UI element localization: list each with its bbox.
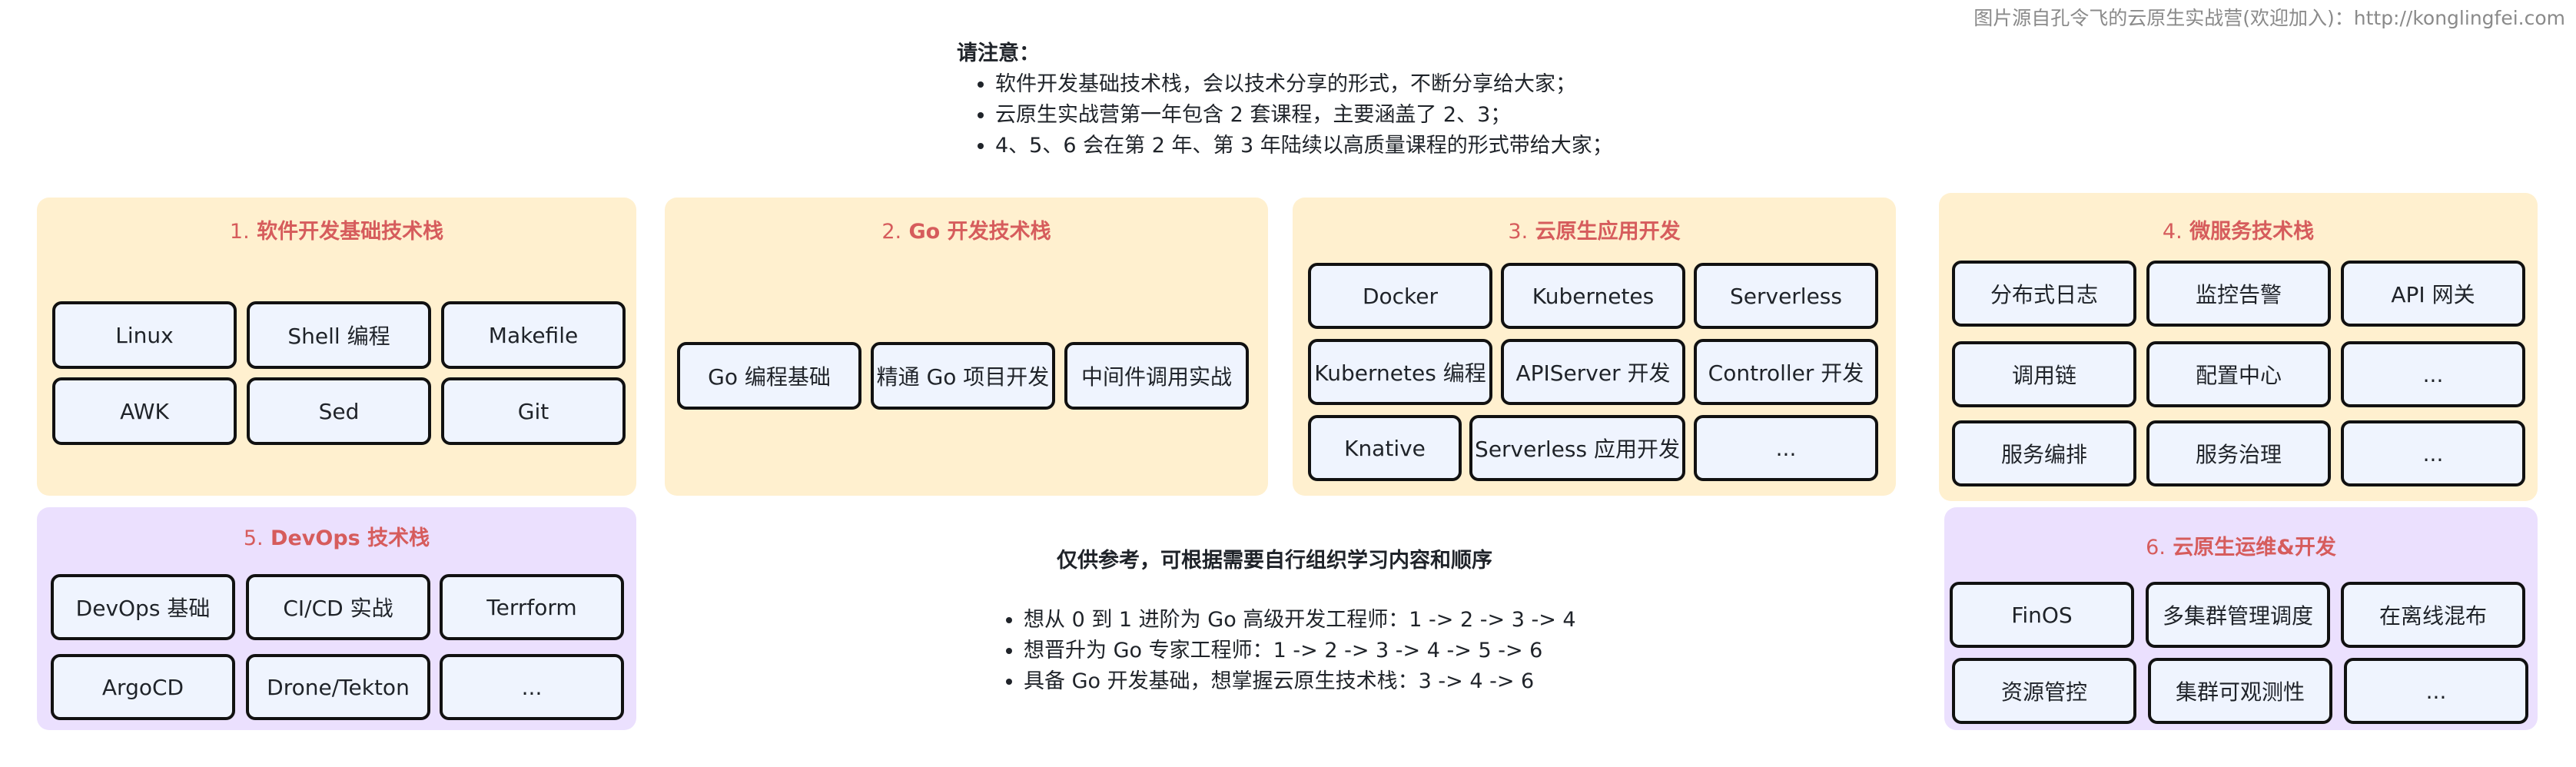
- chip-config-center[interactable]: 配置中心: [2146, 341, 2331, 407]
- chip-apiserver[interactable]: APIServer 开发: [1501, 339, 1685, 405]
- note-item: 云原生实战营第一年包含 2 套课程，主要涵盖了 2、3；: [995, 100, 1613, 131]
- path-item: 想从 0 到 1 进阶为 Go 高级开发工程师：1 -> 2 -> 3 -> 4: [1024, 605, 1576, 636]
- chip-tracing[interactable]: 调用链: [1952, 341, 2136, 407]
- panel-title: 1. 软件开发基础技术栈: [37, 214, 636, 244]
- panel-title-text: 微服务技术栈: [2189, 220, 2315, 244]
- chip-logging[interactable]: 分布式日志: [1952, 261, 2136, 327]
- panel-title-text: DevOps 技术栈: [271, 526, 430, 550]
- panel-title: 3. 云原生应用开发: [1293, 214, 1896, 244]
- panel-title-text: Go 开发技术栈: [908, 220, 1051, 244]
- chip-shell[interactable]: Shell 编程: [247, 301, 431, 369]
- path-item: 具备 Go 开发基础，想掌握云原生技术栈：3 -> 4 -> 6: [1024, 666, 1576, 697]
- path-item: 想晋升为 Go 专家工程师：1 -> 2 -> 3 -> 4 -> 5 -> 6: [1024, 636, 1576, 666]
- chip-go-basics[interactable]: Go 编程基础: [677, 342, 861, 410]
- panel-title: 5. DevOps 技术栈: [37, 521, 636, 551]
- chip-governance[interactable]: 服务治理: [2146, 420, 2331, 486]
- chip-drone-tekton[interactable]: Drone/Tekton: [246, 654, 430, 720]
- panel-number: 5.: [243, 526, 264, 550]
- panel-software-basics: 1. 软件开发基础技术栈 Linux Shell 编程 Makefile AWK…: [37, 198, 636, 496]
- chip-api-gateway[interactable]: API 网关: [2341, 261, 2525, 327]
- chip-devops-basics[interactable]: DevOps 基础: [51, 574, 235, 640]
- chip-middleware[interactable]: 中间件调用实战: [1064, 342, 1249, 410]
- chip-colocation[interactable]: 在离线混布: [2341, 582, 2525, 648]
- chip-argocd[interactable]: ArgoCD: [51, 654, 235, 720]
- panel-number: 2.: [881, 220, 902, 244]
- learning-paths: 想从 0 到 1 进阶为 Go 高级开发工程师：1 -> 2 -> 3 -> 4…: [999, 605, 1576, 697]
- chip-monitoring[interactable]: 监控告警: [2146, 261, 2331, 327]
- panel-title: 6. 云原生运维&开发: [1944, 530, 2538, 560]
- chip-awk[interactable]: AWK: [52, 377, 237, 445]
- panel-number: 3.: [1508, 220, 1529, 244]
- panel-number: 1.: [229, 220, 250, 244]
- chip-finos[interactable]: FinOS: [1950, 582, 2134, 648]
- chip-more[interactable]: ...: [2341, 341, 2525, 407]
- chip-more[interactable]: ...: [1694, 415, 1878, 481]
- panel-title-text: 云原生运维&开发: [2173, 536, 2336, 559]
- panel-cloud-native-ops: 6. 云原生运维&开发 FinOS 多集群管理调度 在离线混布 资源管控 集群可…: [1944, 507, 2538, 730]
- chip-git[interactable]: Git: [441, 377, 626, 445]
- panel-title-text: 云原生应用开发: [1535, 220, 1681, 244]
- chip-cicd[interactable]: CI/CD 实战: [246, 574, 430, 640]
- chip-serverless[interactable]: Serverless: [1694, 263, 1878, 329]
- notes: 请注意： 软件开发基础技术栈，会以技术分享的形式，不断分享给大家； 云原生实战营…: [957, 38, 1613, 161]
- chip-orchestration[interactable]: 服务编排: [1952, 420, 2136, 486]
- chip-multi-cluster[interactable]: 多集群管理调度: [2146, 582, 2330, 648]
- chip-docker[interactable]: Docker: [1308, 263, 1492, 329]
- chip-kubernetes[interactable]: Kubernetes: [1501, 263, 1685, 329]
- chip-more[interactable]: ...: [2344, 658, 2528, 724]
- chip-makefile[interactable]: Makefile: [441, 301, 626, 369]
- chip-go-project[interactable]: 精通 Go 项目开发: [871, 342, 1055, 410]
- panel-title: 2. Go 开发技术栈: [665, 214, 1268, 244]
- note-item: 软件开发基础技术栈，会以技术分享的形式，不断分享给大家；: [995, 69, 1613, 100]
- note-item: 4、5、6 会在第 2 年、第 3 年陆续以高质量课程的形式带给大家；: [995, 131, 1613, 161]
- notes-list: 软件开发基础技术栈，会以技术分享的形式，不断分享给大家； 云原生实战营第一年包含…: [957, 69, 1613, 161]
- chip-terraform[interactable]: Terrform: [440, 574, 624, 640]
- watermark: 图片源自孔令飞的云原生实战营(欢迎加入)：http://konglingfei.…: [1973, 7, 2565, 29]
- chip-more[interactable]: ...: [440, 654, 624, 720]
- chip-knative[interactable]: Knative: [1308, 415, 1462, 481]
- chip-linux[interactable]: Linux: [52, 301, 237, 369]
- panel-microservices: 4. 微服务技术栈 分布式日志 监控告警 API 网关 调用链 配置中心 ...…: [1939, 193, 2538, 501]
- chip-more[interactable]: ...: [2341, 420, 2525, 486]
- chip-observability[interactable]: 集群可观测性: [2148, 658, 2332, 724]
- chip-serverless-app[interactable]: Serverless 应用开发: [1469, 415, 1685, 481]
- panel-title-text: 软件开发基础技术栈: [257, 220, 444, 244]
- panel-title: 4. 微服务技术栈: [1939, 214, 2538, 244]
- chip-resource-control[interactable]: 资源管控: [1952, 658, 2136, 724]
- panel-cloud-native-dev: 3. 云原生应用开发 Docker Kubernetes Serverless …: [1293, 198, 1896, 496]
- chip-sed[interactable]: Sed: [247, 377, 431, 445]
- panel-go-stack: 2. Go 开发技术栈 Go 编程基础 精通 Go 项目开发 中间件调用实战: [665, 198, 1268, 496]
- panel-devops: 5. DevOps 技术栈 DevOps 基础 CI/CD 实战 Terrfor…: [37, 507, 636, 730]
- chip-k8s-programming[interactable]: Kubernetes 编程: [1308, 339, 1492, 405]
- center-title: 仅供参考，可根据需要自行组织学习内容和顺序: [1057, 549, 1492, 573]
- chip-controller[interactable]: Controller 开发: [1694, 339, 1878, 405]
- panel-number: 6.: [2146, 536, 2166, 559]
- notes-title: 请注意：: [957, 42, 1040, 65]
- panel-number: 4.: [2162, 220, 2183, 244]
